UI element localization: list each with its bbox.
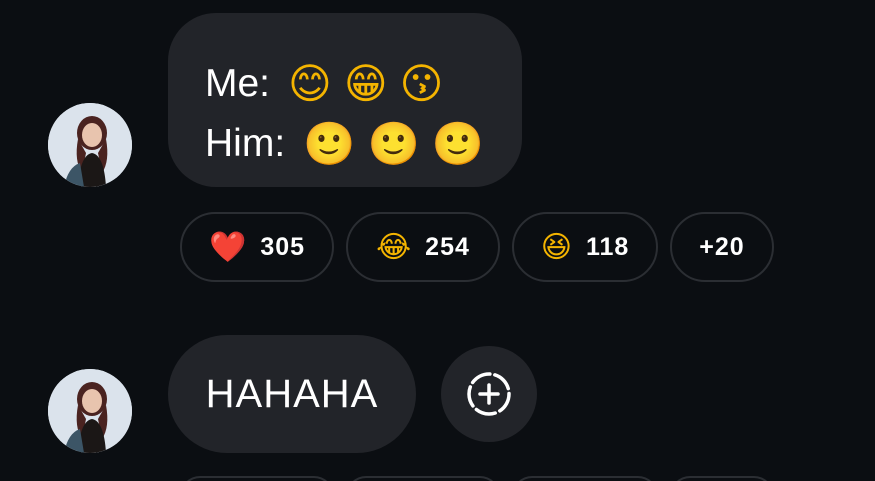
sender-avatar[interactable]: [48, 103, 132, 187]
reaction-chip-partial[interactable]: [346, 476, 500, 481]
reaction-count: 254: [425, 232, 470, 261]
face-with-tears-of-joy-icon: 😂: [376, 229, 412, 265]
red-heart-icon: ❤️: [208, 229, 247, 265]
line-label: Him:: [205, 122, 286, 165]
message-bubble[interactable]: HAHAHA: [168, 335, 416, 453]
reaction-chip-joy[interactable]: 😂 254: [346, 212, 500, 282]
slightly-smiling-face-icon: 🙂: [303, 119, 356, 168]
message-line-me: Me: 😊 😁 😗: [205, 59, 455, 109]
reaction-chip-partial[interactable]: [670, 476, 774, 481]
slightly-smiling-face-icon: 🙂: [431, 119, 485, 168]
avatar-photo: [48, 103, 132, 187]
reaction-count: 305: [260, 232, 306, 261]
message-bubble[interactable]: Me: 😊 😁 😗 Him: 🙂 🙂 🙂: [168, 13, 522, 187]
reaction-chip-partial[interactable]: [180, 476, 334, 481]
more-reactions-count: +20: [699, 232, 745, 261]
smiling-face-icon: 😊: [288, 59, 332, 108]
reaction-chip-partial[interactable]: [512, 476, 658, 481]
line-label: Me:: [205, 62, 271, 105]
reaction-chip-grin[interactable]: 😆 118: [512, 212, 658, 282]
more-reactions-chip[interactable]: +20: [670, 212, 774, 282]
sender-avatar[interactable]: [48, 369, 132, 453]
reaction-bar: ❤️ 305 😂 254 😆 118 +20: [180, 212, 774, 282]
reaction-count: 118: [585, 232, 630, 261]
slightly-smiling-face-icon: 🙂: [367, 119, 420, 168]
kissing-face-icon: 😗: [399, 59, 444, 108]
avatar-photo: [48, 369, 132, 453]
beaming-face-icon: 😁: [343, 59, 388, 108]
message-text: HAHAHA: [205, 371, 379, 416]
message-line-him: Him: 🙂 🙂 🙂: [205, 119, 496, 169]
add-reaction-button[interactable]: [441, 346, 537, 442]
reaction-chip-heart[interactable]: ❤️ 305: [180, 212, 334, 282]
reaction-bar-partial: [180, 476, 774, 481]
grinning-squinting-face-icon: 😆: [540, 229, 572, 265]
add-reaction-icon: [467, 372, 511, 416]
